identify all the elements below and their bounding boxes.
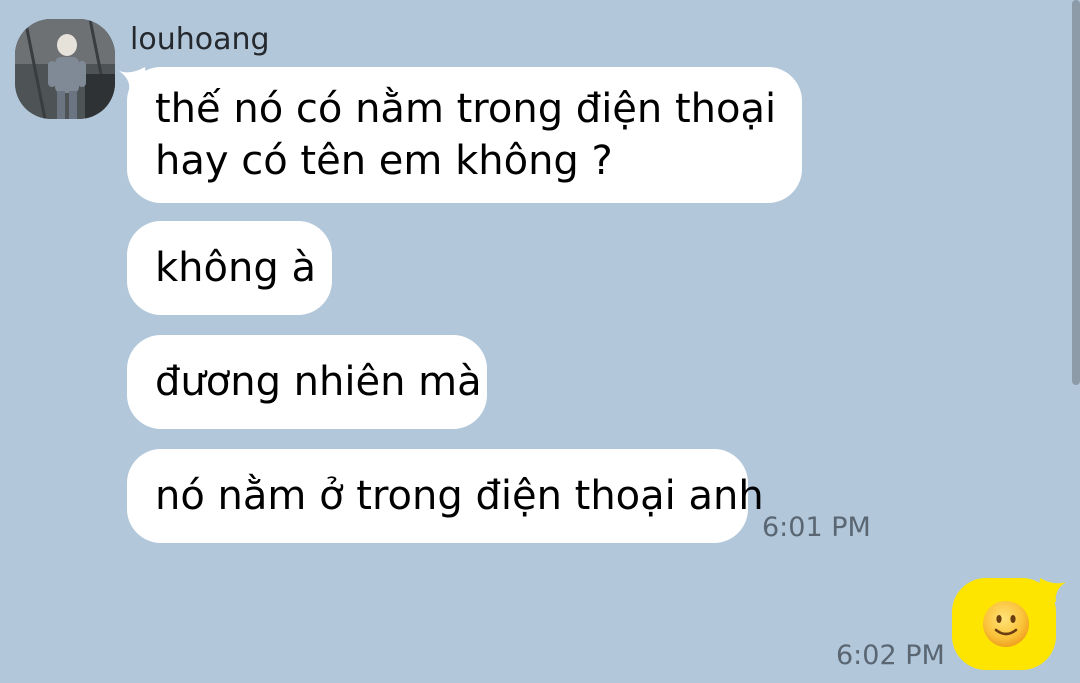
message-bubble[interactable]: đương nhiên mà xyxy=(127,335,487,429)
chat-room: louhoang thế nó có nằm trong điện thoại … xyxy=(0,0,1080,683)
bubble-tail-right xyxy=(1038,578,1066,602)
message-text: hay có tên em không ? xyxy=(155,138,613,184)
scrollbar[interactable] xyxy=(1070,0,1080,683)
message-bubble[interactable]: nó nằm ở trong điện thoại anh xyxy=(127,449,764,543)
sender-name: louhoang xyxy=(130,22,270,57)
message-bubble[interactable]: không à xyxy=(127,221,332,315)
profile-photo-icon xyxy=(15,19,115,119)
message-text: không à xyxy=(155,245,316,291)
avatar[interactable] xyxy=(15,19,115,119)
message-text: nó nằm ở trong điện thoại anh xyxy=(155,473,764,519)
message-text: đương nhiên mà xyxy=(155,359,482,405)
message-bubble[interactable]: thế nó có nằm trong điện thoại hay có tê… xyxy=(127,67,802,203)
message-timestamp: 6:01 PM xyxy=(762,512,871,543)
scrollbar-thumb[interactable] xyxy=(1072,0,1080,385)
slightly-smiling-face-icon xyxy=(983,601,1029,647)
message-text: thế nó có nằm trong điện thoại xyxy=(155,86,777,132)
my-message-timestamp: 6:02 PM xyxy=(836,640,945,671)
